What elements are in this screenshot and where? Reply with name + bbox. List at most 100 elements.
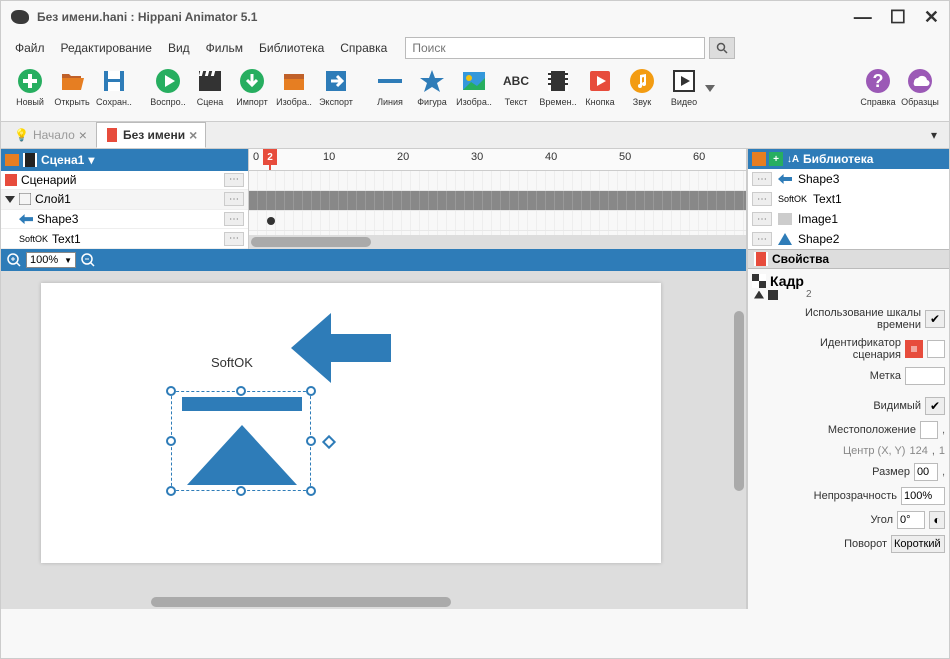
shape-triangle[interactable] (187, 425, 297, 485)
menu-view[interactable]: Вид (162, 37, 196, 59)
resize-handle[interactable] (166, 386, 176, 396)
tool-export[interactable]: Экспорт (315, 67, 357, 107)
tab-menu[interactable]: ▾ (931, 128, 949, 142)
angle-input[interactable] (897, 511, 925, 529)
zoom-level[interactable]: 100%▼ (26, 252, 76, 268)
checkbox[interactable]: ✔ (925, 397, 945, 415)
scrollbar-thumb[interactable] (251, 237, 371, 247)
minimize-button[interactable]: — (854, 7, 872, 28)
tab-start[interactable]: 💡 Начало × (5, 122, 96, 148)
sort-icon[interactable]: ↓A (786, 152, 800, 166)
tool-text[interactable]: ABCТекст (495, 67, 537, 107)
more-button[interactable]: ⋯ (752, 192, 772, 206)
menu-file[interactable]: Файл (9, 37, 51, 59)
more-button[interactable]: ⋯ (752, 172, 772, 186)
shape-arrow[interactable] (291, 313, 391, 383)
resize-handle[interactable] (166, 436, 176, 446)
timeline-row[interactable] (249, 171, 746, 191)
timeline-row[interactable] (249, 191, 746, 211)
question-icon: ? (865, 68, 891, 94)
scrollbar-thumb[interactable] (151, 597, 451, 607)
tool-save[interactable]: Сохран.. (93, 67, 135, 107)
tool-new[interactable]: Новый (9, 67, 51, 107)
rotation-input[interactable] (891, 535, 945, 553)
menu-movie[interactable]: Фильм (200, 37, 249, 59)
more-button[interactable]: ⋯ (224, 212, 244, 226)
folder-icon[interactable] (752, 152, 766, 166)
layer-shape3[interactable]: Shape3 ⋯ (1, 210, 248, 230)
tool-play[interactable]: Воспро.. (147, 67, 189, 107)
layer-scenario[interactable]: Сценарий ⋯ (1, 171, 248, 191)
more-button[interactable]: ⋯ (752, 232, 772, 246)
tool-scene[interactable]: Сцена (189, 67, 231, 107)
playhead[interactable]: 2 (263, 149, 277, 165)
timeline-row[interactable] (249, 211, 746, 231)
library-item-shape3[interactable]: ⋯Shape3 (748, 169, 949, 189)
script-icon[interactable] (905, 340, 923, 358)
layer-layer1[interactable]: Слой1 ⋯ (1, 190, 248, 210)
zoom-in-button[interactable] (5, 251, 23, 269)
size-input[interactable] (914, 463, 938, 481)
tool-sound[interactable]: Звук (621, 67, 663, 107)
rotate-handle[interactable] (322, 435, 336, 449)
menu-help[interactable]: Справка (334, 37, 393, 59)
tool-button[interactable]: Кнопка (579, 67, 621, 107)
search-input[interactable] (405, 37, 705, 59)
checkbox[interactable]: ✔ (925, 310, 945, 328)
expand-icon[interactable] (5, 196, 15, 203)
more-button[interactable]: ⋯ (752, 212, 772, 226)
text-softok[interactable]: SoftOK (211, 355, 253, 370)
label-input[interactable] (905, 367, 945, 385)
tool-image[interactable]: Изобра.. (273, 67, 315, 107)
keyframe-icon[interactable] (267, 217, 275, 225)
library-item-shape2[interactable]: ⋯Shape2 (748, 229, 949, 249)
tool-import[interactable]: Импорт (231, 67, 273, 107)
timeline-ruler[interactable]: 0 10 20 30 40 50 60 2 (249, 149, 746, 171)
menu-edit[interactable]: Редактирование (55, 37, 158, 59)
tool-help[interactable]: ?Справка (857, 67, 899, 107)
scene-header[interactable]: Сцена1 ▾ (1, 149, 248, 171)
library-item-image1[interactable]: ⋯Image1 (748, 209, 949, 229)
shape-rect[interactable] (182, 397, 302, 411)
resize-handle[interactable] (306, 486, 316, 496)
library-item-text1[interactable]: ⋯SoftOKText1 (748, 189, 949, 209)
tool-line[interactable]: Линия (369, 67, 411, 107)
resize-handle[interactable] (306, 386, 316, 396)
layer-text1[interactable]: SoftOK Text1 ⋯ (1, 229, 248, 249)
angle-picker[interactable]: ◐ (929, 511, 945, 529)
more-button[interactable]: ⋯ (224, 192, 244, 206)
export-icon (323, 68, 349, 94)
close-icon[interactable]: × (79, 127, 87, 143)
resize-handle[interactable] (236, 386, 246, 396)
zoom-out-button[interactable] (79, 251, 97, 269)
selection-box[interactable] (171, 391, 311, 491)
resize-handle[interactable] (166, 486, 176, 496)
more-button[interactable]: ⋯ (224, 232, 244, 246)
position-x-input[interactable] (920, 421, 938, 439)
resize-handle[interactable] (306, 436, 316, 446)
resize-handle[interactable] (236, 486, 246, 496)
scrollbar-thumb[interactable] (734, 311, 744, 491)
close-icon[interactable]: × (189, 127, 197, 143)
tool-video[interactable]: Видео (663, 67, 705, 107)
maximize-button[interactable]: ☐ (890, 7, 906, 28)
menu-library[interactable]: Библиотека (253, 37, 330, 59)
tool-shape[interactable]: Фигура (411, 67, 453, 107)
tab-untitled[interactable]: Без имени × (96, 122, 206, 148)
canvas[interactable]: SoftOK (1, 271, 732, 595)
search-button[interactable] (709, 37, 735, 59)
add-icon[interactable]: + (769, 152, 783, 166)
timeline-scrollbar[interactable] (249, 235, 746, 249)
horizontal-scrollbar[interactable] (1, 595, 746, 609)
more-button[interactable]: ⋯ (224, 173, 244, 187)
tool-open[interactable]: Открыть (51, 67, 93, 107)
close-button[interactable]: ✕ (924, 7, 939, 28)
tool-timeline[interactable]: Времен.. (537, 67, 579, 107)
video-dropdown[interactable] (705, 67, 715, 92)
vertical-scrollbar[interactable] (732, 271, 746, 595)
tool-picture[interactable]: Изобра.. (453, 67, 495, 107)
stage[interactable]: SoftOK (41, 283, 661, 563)
scenario-id-input[interactable] (927, 340, 945, 358)
tool-samples[interactable]: Образцы (899, 67, 941, 107)
opacity-input[interactable] (901, 487, 945, 505)
